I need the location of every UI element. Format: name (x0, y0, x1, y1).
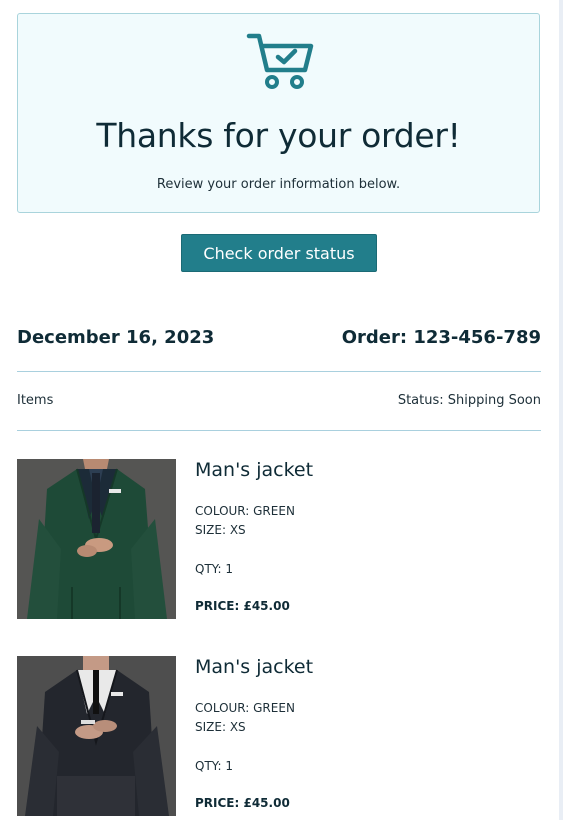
product-quantity: QTY: 1 (195, 562, 234, 576)
product-image-dark-suit (17, 656, 176, 816)
order-status: Status: Shipping Soon (397, 393, 541, 408)
product-size: SIZE: XS (195, 523, 246, 537)
divider (17, 430, 541, 431)
items-heading: Items (17, 393, 54, 408)
order-confirmation-banner: Thanks for your order! Review your order… (17, 13, 540, 213)
product-price: PRICE: £45.00 (195, 796, 290, 810)
product-colour: COLOUR: GREEN (195, 504, 295, 518)
check-order-status-button[interactable]: Check order status (181, 234, 377, 272)
product-item: Man's jacket COLOUR: GREEN SIZE: XS QTY:… (17, 656, 541, 816)
product-colour: COLOUR: GREEN (195, 701, 295, 715)
scrollbar-track[interactable] (559, 0, 563, 820)
order-number: Order: 123-456-789 (341, 327, 541, 348)
product-price: PRICE: £45.00 (195, 599, 290, 613)
divider (17, 371, 541, 372)
page-title: Thanks for your order! (96, 116, 461, 155)
product-item: Man's jacket COLOUR: GREEN SIZE: XS QTY:… (17, 459, 541, 619)
page-subtitle: Review your order information below. (156, 177, 401, 192)
product-name: Man's jacket (195, 656, 314, 678)
product-size: SIZE: XS (195, 720, 246, 734)
shopping-cart-check-icon (246, 33, 314, 89)
order-date: December 16, 2023 (17, 327, 215, 348)
product-image-green-suit (17, 459, 176, 619)
product-quantity: QTY: 1 (195, 759, 234, 773)
product-name: Man's jacket (195, 459, 314, 481)
